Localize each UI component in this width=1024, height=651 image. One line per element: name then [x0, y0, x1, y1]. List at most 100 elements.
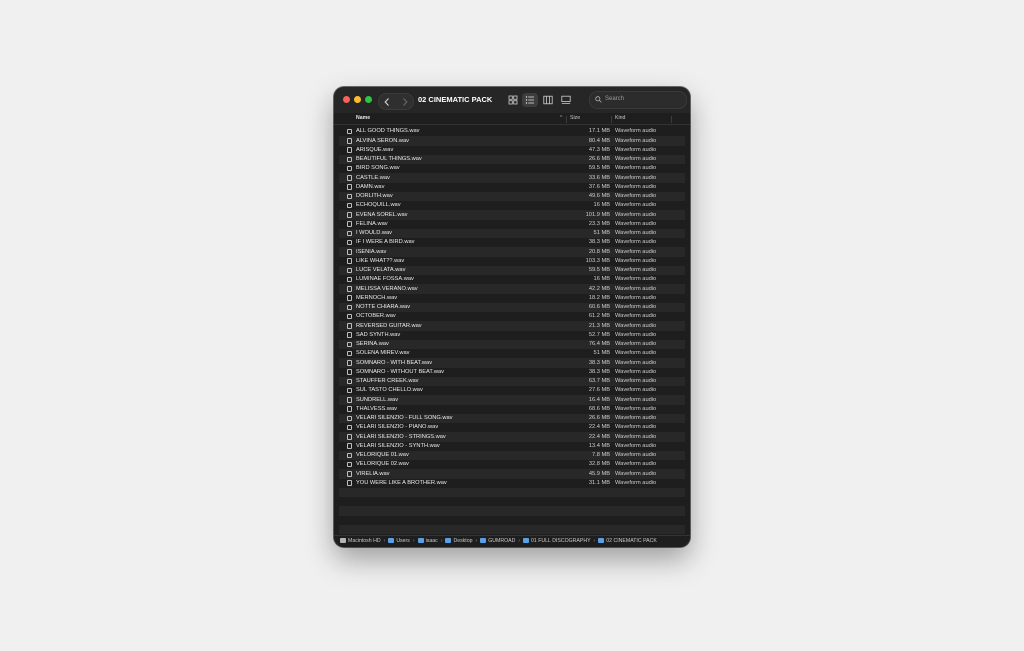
file-kind: Waveform audio	[615, 452, 657, 459]
file-kind: Waveform audio	[615, 156, 657, 163]
file-kind: Waveform audio	[615, 387, 657, 394]
path-item[interactable]: Users	[388, 538, 410, 544]
file-row[interactable]: REVERSED GUITAR.wav 21.3 MB Waveform audio	[339, 321, 685, 331]
minimize-button[interactable]	[354, 96, 361, 103]
column-view-button[interactable]	[540, 93, 556, 107]
path-item-label: Macintosh HD	[348, 538, 381, 544]
file-kind: Waveform audio	[615, 415, 657, 422]
column-header-name[interactable]: Name	[356, 115, 370, 121]
audio-file-icon	[347, 406, 352, 412]
path-item[interactable]: Desktop	[445, 538, 472, 544]
file-row[interactable]: MELISSA VERANO.wav 42.2 MB Waveform audio	[339, 284, 685, 294]
file-size: 47.3 MB	[588, 146, 610, 153]
file-row[interactable]: BIRD SONG.wav 59.5 MB Waveform audio	[339, 164, 685, 173]
file-size: 45.9 MB	[588, 470, 610, 477]
path-item[interactable]: Macintosh HD	[340, 538, 381, 544]
file-row[interactable]: SOLENA MIREV.wav 51 MB Waveform audio	[339, 349, 685, 358]
column-header-kind[interactable]: Kind	[615, 115, 625, 121]
file-size: 32.8 MB	[588, 461, 610, 468]
back-button[interactable]	[379, 94, 396, 109]
file-name: SOMNARO - WITHOUT BEAT.wav	[356, 368, 444, 375]
file-kind: Waveform audio	[615, 433, 657, 440]
path-item[interactable]: 02 CINEMATIC PACK	[598, 538, 657, 544]
file-row[interactable]: OCTOBER.wav 61.2 MB Waveform audio	[339, 312, 685, 321]
file-row[interactable]: VELARI SILENZIO - STRINGS.wav 22.4 MB Wave…	[339, 432, 685, 442]
zoom-button[interactable]	[365, 96, 372, 103]
path-item[interactable]: GUMROAD	[480, 538, 515, 544]
file-row[interactable]: ALVINA SERON.wav 80.4 MB Waveform audio	[339, 136, 685, 146]
column-divider[interactable]	[611, 116, 612, 123]
column-header-size[interactable]: Size	[570, 115, 580, 121]
file-row[interactable]: SUL TASTO CHELLO.wav 27.6 MB Waveform audi…	[339, 386, 685, 395]
gallery-view-icon	[561, 95, 571, 104]
file-size: 20.8 MB	[588, 248, 610, 255]
file-row[interactable]: EVENA SOREL.wav 101.9 MB Waveform audio	[339, 210, 685, 220]
audio-file-icon	[347, 175, 352, 181]
list-view-button[interactable]	[522, 93, 538, 107]
file-row[interactable]: LUMINAE FOSSA.wav 16 MB Waveform audio	[339, 275, 685, 284]
file-row[interactable]: I WOULD.wav 51 MB Waveform audio	[339, 228, 685, 238]
file-row[interactable]: VELORIQUE 01.wav 7.8 MB Waveform audio	[339, 450, 685, 460]
empty-row	[339, 516, 685, 525]
file-row[interactable]: ARISQUE.wav 47.3 MB Waveform audio	[339, 146, 685, 155]
column-header: Name ^ Size Kind	[334, 113, 690, 125]
audio-file-icon	[347, 443, 352, 449]
audio-file-icon	[347, 221, 352, 227]
file-row[interactable]: VELARI SILENZIO - SYNTH.wav 13.4 MB Wavefo…	[339, 442, 685, 451]
gallery-view-button[interactable]	[558, 93, 574, 107]
file-row[interactable]: ISENIA.wav 20.8 MB Waveform audio	[339, 247, 685, 257]
file-row[interactable]: THALVESS.wav 68.6 MB Waveform audio	[339, 405, 685, 414]
file-name: OCTOBER.wav	[356, 313, 396, 320]
icon-view-button[interactable]	[505, 93, 521, 107]
file-kind: Waveform audio	[615, 248, 657, 255]
file-name: ALL GOOD THINGS.wav	[356, 128, 420, 135]
file-row[interactable]: SOMNARO - WITH BEAT.wav 38.3 MB Waveform a…	[339, 358, 685, 368]
icon-view-icon	[508, 95, 518, 105]
file-kind: Waveform audio	[615, 193, 657, 200]
column-divider[interactable]	[566, 116, 567, 123]
file-size: 38.3 MB	[588, 239, 610, 246]
file-row[interactable]: LIKE WHAT??.wav 103.3 MB Waveform audio	[339, 257, 685, 266]
file-kind: Waveform audio	[615, 378, 657, 385]
file-kind: Waveform audio	[615, 257, 657, 264]
file-row[interactable]: MERNOCH.wav 18.2 MB Waveform audio	[339, 294, 685, 303]
path-item-label: GUMROAD	[488, 538, 516, 544]
file-row[interactable]: VELORIQUE 02.wav 32.8 MB Waveform audio	[339, 460, 685, 469]
file-row[interactable]: VIRELIA.wav 45.9 MB Waveform audio	[339, 469, 685, 479]
file-row[interactable]: STAUFFER CREEK.wav 63.7 MB Waveform audio	[339, 376, 685, 386]
file-row[interactable]: VELARI SILENZIO - PIANO.wav 22.4 MB Wavefo…	[339, 423, 685, 432]
file-row[interactable]: SERINA.wav 76.4 MB Waveform audio	[339, 339, 685, 349]
path-item[interactable]: 01 FULL DISCOGRAPHY	[523, 538, 591, 544]
file-row[interactable]: SUNDRELL.wav 16.4 MB Waveform audio	[339, 395, 685, 405]
file-name: BEAUTIFUL THINGS.wav	[356, 156, 422, 163]
file-row[interactable]: ALL GOOD THINGS.wav 17.1 MB Waveform audio	[339, 127, 685, 136]
file-row[interactable]: DORLITH.wav 49.6 MB Waveform audio	[339, 191, 685, 201]
column-divider[interactable]	[671, 116, 672, 123]
file-name: SOLENA MIREV.wav	[356, 350, 410, 357]
file-row[interactable]: SOMNARO - WITHOUT BEAT.wav 38.3 MB Wavefor…	[339, 368, 685, 377]
file-size: 26.6 MB	[588, 415, 610, 422]
file-row[interactable]: YOU WERE LIKE A BROTHER.wav 31.1 MB Wavefo…	[339, 479, 685, 488]
forward-button[interactable]	[396, 94, 413, 109]
file-row[interactable]: NOTTE CHIARA.wav 60.6 MB Waveform audio	[339, 302, 685, 312]
file-row[interactable]: LUCE VELATA.wav 59.5 MB Waveform audio	[339, 265, 685, 275]
audio-file-icon	[347, 461, 352, 468]
file-row[interactable]: CASTLE.wav 33.6 MB Waveform audio	[339, 173, 685, 183]
file-row[interactable]: FELINA.wav 23.3 MB Waveform audio	[339, 220, 685, 229]
file-name: VELARI SILENZIO - STRINGS.wav	[356, 433, 446, 440]
file-size: 37.6 MB	[588, 183, 610, 190]
file-row[interactable]: DAMN.wav 37.6 MB Waveform audio	[339, 183, 685, 192]
file-row[interactable]: BEAUTIFUL THINGS.wav 26.6 MB Waveform audi…	[339, 154, 685, 164]
file-name: VELARI SILENZIO - PIANO.wav	[356, 424, 439, 431]
file-row[interactable]: SAD SYNTH.wav 52.7 MB Waveform audio	[339, 331, 685, 340]
audio-file-icon	[347, 323, 352, 329]
path-item[interactable]: isaac	[417, 538, 438, 544]
search-field[interactable]: Search	[589, 91, 687, 109]
file-row[interactable]: ECHOQUILL.wav 16 MB Waveform audio	[339, 201, 685, 210]
file-row[interactable]: VELARI SILENZIO - FULL SONG.wav 26.6 MB Wa…	[339, 413, 685, 423]
audio-file-icon	[347, 332, 352, 338]
close-button[interactable]	[343, 96, 350, 103]
file-row[interactable]: IF I WERE A BIRD.wav 38.3 MB Waveform audi…	[339, 238, 685, 247]
file-kind: Waveform audio	[615, 405, 657, 412]
file-size: 33.6 MB	[588, 174, 610, 181]
